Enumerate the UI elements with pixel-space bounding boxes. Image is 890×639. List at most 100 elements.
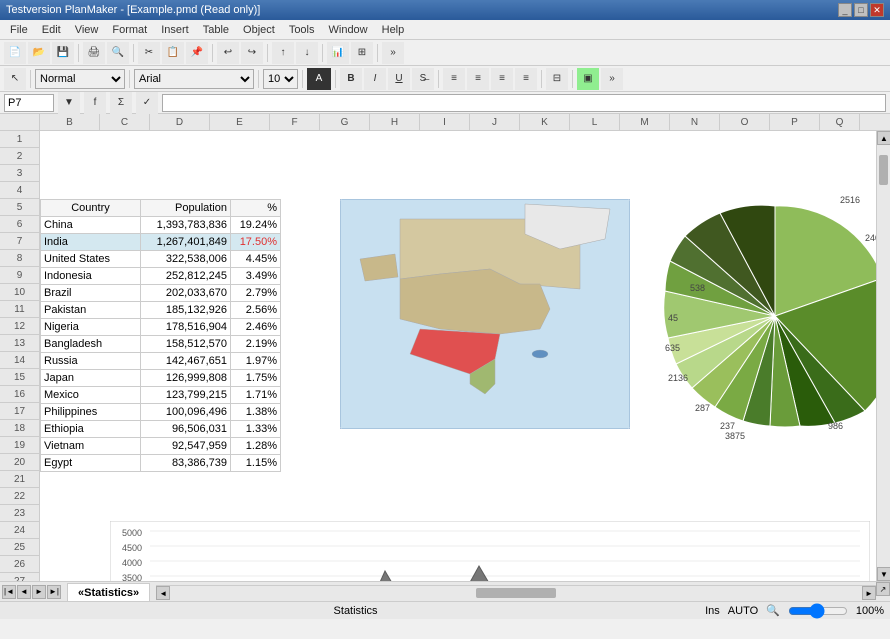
- cell-pct-8[interactable]: 1.97%: [231, 353, 281, 370]
- scroll-track-v[interactable]: [877, 145, 890, 567]
- cell-reference[interactable]: P7: [4, 94, 54, 112]
- row-18[interactable]: 18: [0, 420, 39, 437]
- scroll-left-btn[interactable]: ◄: [156, 586, 170, 600]
- cell-pop-4[interactable]: 202,033,670: [141, 285, 231, 302]
- justify-btn[interactable]: ≡: [515, 68, 537, 90]
- menu-window[interactable]: Window: [323, 22, 374, 38]
- row-25[interactable]: 25: [0, 539, 39, 556]
- sum-btn[interactable]: Σ: [110, 92, 132, 114]
- row-19[interactable]: 19: [0, 437, 39, 454]
- menu-object[interactable]: Object: [237, 22, 281, 38]
- sheet-tab-statistics[interactable]: «Statistics»: [67, 583, 150, 601]
- col-header-L[interactable]: L: [570, 114, 620, 130]
- cell-pop-7[interactable]: 158,512,570: [141, 336, 231, 353]
- cell-country-11[interactable]: Philippines: [41, 404, 141, 421]
- row-16[interactable]: 16: [0, 386, 39, 403]
- cell-pct-1[interactable]: 17.50%: [231, 234, 281, 251]
- row-11[interactable]: 11: [0, 301, 39, 318]
- cell-country-14[interactable]: Egypt: [41, 455, 141, 472]
- size-select[interactable]: 10: [263, 69, 298, 89]
- sort-asc-btn[interactable]: ↑: [272, 42, 294, 64]
- row-23[interactable]: 23: [0, 505, 39, 522]
- close-button[interactable]: ✕: [870, 3, 884, 17]
- menu-help[interactable]: Help: [376, 22, 411, 38]
- scroll-down-btn[interactable]: ▼: [877, 567, 890, 581]
- row-22[interactable]: 22: [0, 488, 39, 505]
- scroll-track-h[interactable]: [170, 586, 862, 600]
- cell-country-12[interactable]: Ethiopia: [41, 421, 141, 438]
- cell-country-0[interactable]: China: [41, 217, 141, 234]
- col-header-G[interactable]: G: [320, 114, 370, 130]
- col-header-K[interactable]: K: [520, 114, 570, 130]
- row-20[interactable]: 20: [0, 454, 39, 471]
- cell-pct-2[interactable]: 4.45%: [231, 251, 281, 268]
- vertical-scrollbar[interactable]: ▲ ▼: [876, 131, 890, 581]
- undo-btn[interactable]: ↩: [217, 42, 239, 64]
- cell-country-3[interactable]: Indonesia: [41, 268, 141, 285]
- cell-pop-11[interactable]: 100,096,496: [141, 404, 231, 421]
- cell-pct-13[interactable]: 1.28%: [231, 438, 281, 455]
- scroll-up-btn[interactable]: ▲: [877, 131, 890, 145]
- cell-pop-12[interactable]: 96,506,031: [141, 421, 231, 438]
- menu-view[interactable]: View: [69, 22, 105, 38]
- col-header-J[interactable]: J: [470, 114, 520, 130]
- expand-btn[interactable]: ↗: [876, 582, 890, 596]
- row-6[interactable]: 6: [0, 216, 39, 233]
- align-center-btn[interactable]: ≡: [467, 68, 489, 90]
- strikethrough-btn[interactable]: S̶: [412, 68, 434, 90]
- sheet-nav-next[interactable]: ►: [32, 585, 46, 599]
- cell-pct-12[interactable]: 1.33%: [231, 421, 281, 438]
- row-26[interactable]: 26: [0, 556, 39, 573]
- col-header-E[interactable]: E: [210, 114, 270, 130]
- cell-pct-4[interactable]: 2.79%: [231, 285, 281, 302]
- cell-country-13[interactable]: Vietnam: [41, 438, 141, 455]
- maximize-button[interactable]: □: [854, 3, 868, 17]
- row-10[interactable]: 10: [0, 284, 39, 301]
- align-left-btn[interactable]: ≡: [443, 68, 465, 90]
- col-header-B[interactable]: B: [40, 114, 100, 130]
- cell-pop-1[interactable]: 1,267,401,849: [141, 234, 231, 251]
- row-13[interactable]: 13: [0, 335, 39, 352]
- formula-check-btn[interactable]: ✓: [136, 92, 158, 114]
- style-select[interactable]: Normal: [35, 69, 125, 89]
- cell-pct-3[interactable]: 3.49%: [231, 268, 281, 285]
- extend-btn[interactable]: »: [382, 42, 404, 64]
- cell-pct-0[interactable]: 19.24%: [231, 217, 281, 234]
- col-header-P[interactable]: P: [770, 114, 820, 130]
- row-7[interactable]: 7: [0, 233, 39, 250]
- row-1[interactable]: 1: [0, 131, 39, 148]
- row-14[interactable]: 14: [0, 352, 39, 369]
- row-8[interactable]: 8: [0, 250, 39, 267]
- new-btn[interactable]: 📄: [4, 42, 26, 64]
- cell-pct-14[interactable]: 1.15%: [231, 455, 281, 472]
- menu-table[interactable]: Table: [197, 22, 235, 38]
- col-header-I[interactable]: I: [420, 114, 470, 130]
- align-right-btn[interactable]: ≡: [491, 68, 513, 90]
- underline-btn[interactable]: U: [388, 68, 410, 90]
- cell-pop-0[interactable]: 1,393,783,836: [141, 217, 231, 234]
- cell-country-1[interactable]: India: [41, 234, 141, 251]
- cell-country-5[interactable]: Pakistan: [41, 302, 141, 319]
- horizontal-scrollbar[interactable]: ◄ ►: [156, 585, 876, 599]
- sheet-nav-prev[interactable]: ◄: [17, 585, 31, 599]
- col-header-O[interactable]: O: [720, 114, 770, 130]
- menu-edit[interactable]: Edit: [36, 22, 67, 38]
- cell-pop-14[interactable]: 83,386,739: [141, 455, 231, 472]
- cell-pop-2[interactable]: 322,538,006: [141, 251, 231, 268]
- row-2[interactable]: 2: [0, 148, 39, 165]
- font-select[interactable]: Arial: [134, 69, 254, 89]
- print-btn[interactable]: 🖨: [83, 42, 105, 64]
- function-btn[interactable]: f: [84, 92, 106, 114]
- cell-country-2[interactable]: United States: [41, 251, 141, 268]
- merge-btn[interactable]: ⊟: [546, 68, 568, 90]
- row-12[interactable]: 12: [0, 318, 39, 335]
- cell-pop-8[interactable]: 142,467,651: [141, 353, 231, 370]
- pointer-btn[interactable]: ↖: [4, 68, 26, 90]
- col-header-C[interactable]: C: [100, 114, 150, 130]
- save-btn[interactable]: 💾: [52, 42, 74, 64]
- cell-pop-3[interactable]: 252,812,245: [141, 268, 231, 285]
- cell-pop-5[interactable]: 185,132,926: [141, 302, 231, 319]
- paste-btn[interactable]: 📌: [186, 42, 208, 64]
- col-header-F[interactable]: F: [270, 114, 320, 130]
- sheet-nav-first[interactable]: |◄: [2, 585, 16, 599]
